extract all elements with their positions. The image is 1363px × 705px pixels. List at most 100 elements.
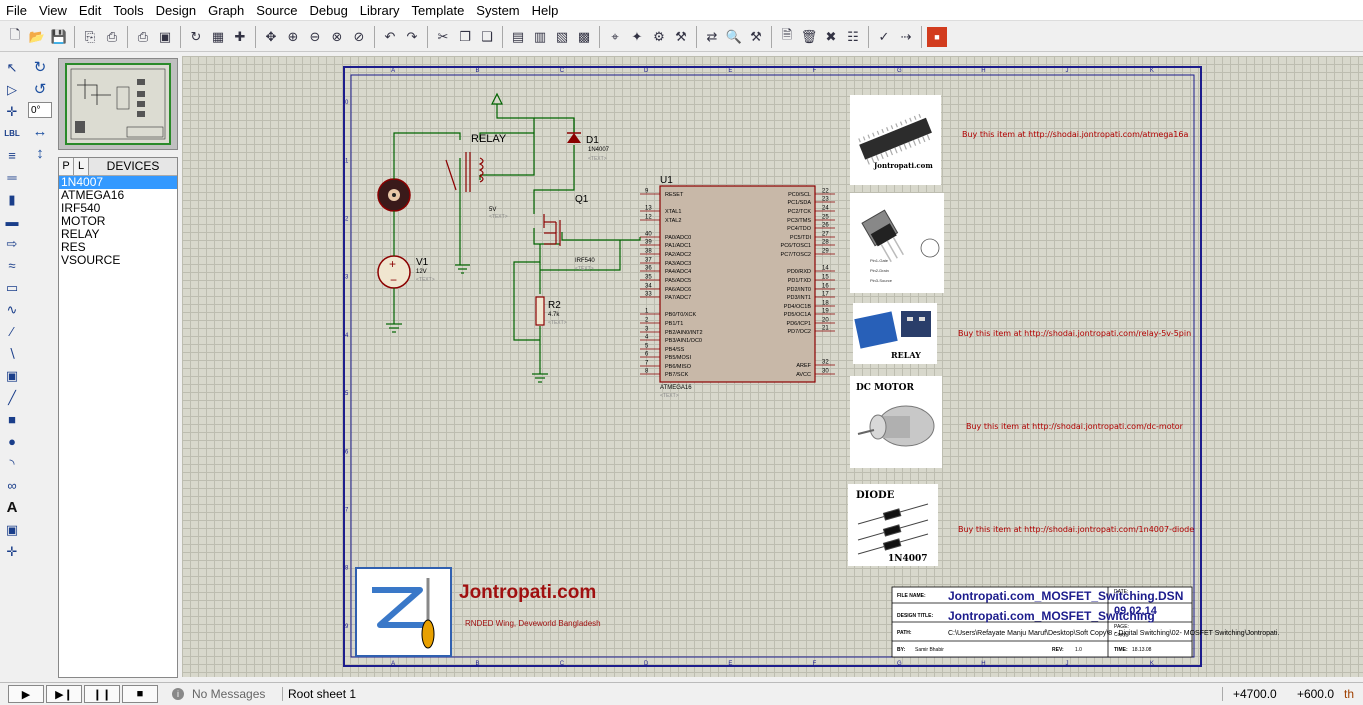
overview-viewport[interactable] <box>65 63 171 145</box>
refresh-icon[interactable]: ↻ <box>186 27 206 47</box>
tape-recorder-icon[interactable]: ▭ <box>2 277 22 298</box>
device-item-vsource[interactable]: VSOURCE <box>59 254 177 267</box>
zoom-all-icon[interactable]: ⊗ <box>327 27 347 47</box>
decompose-icon[interactable]: ⚒ <box>671 27 691 47</box>
device-pins-icon[interactable]: ⇨ <box>2 233 22 254</box>
menu-system[interactable]: System <box>470 0 525 21</box>
print-area-icon[interactable]: ▣ <box>155 27 175 47</box>
component-mode-icon[interactable]: ▷ <box>2 79 22 100</box>
stop-button[interactable]: ■ <box>122 685 158 703</box>
block-rotate-icon[interactable]: ▧ <box>552 27 572 47</box>
menu-tools[interactable]: Tools <box>107 0 149 21</box>
chip-leg <box>904 119 908 124</box>
menu-help[interactable]: Help <box>526 0 565 21</box>
symbol-2d-icon[interactable]: ▣ <box>2 519 22 540</box>
toolbar-separator <box>374 25 375 48</box>
chip-leg <box>903 143 907 150</box>
voltage-probe-icon[interactable]: ∕ <box>2 321 22 342</box>
block-move-icon[interactable]: ▥ <box>530 27 550 47</box>
menu-view[interactable]: View <box>33 0 73 21</box>
save-icon[interactable]: 💾 <box>49 27 69 47</box>
menu-template[interactable]: Template <box>406 0 471 21</box>
line-2d-icon[interactable]: ╱ <box>2 387 22 408</box>
search-tag-icon[interactable]: 🔍 <box>724 27 744 47</box>
arc-2d-icon[interactable]: ◝ <box>2 453 22 474</box>
toolbar-separator <box>921 25 922 48</box>
electrical-rules-check-icon[interactable]: ✓ <box>874 27 894 47</box>
menu-edit[interactable]: Edit <box>73 0 107 21</box>
print-icon[interactable]: ⎙ <box>133 27 153 47</box>
generator-icon[interactable]: ∿ <box>2 299 22 320</box>
pause-button[interactable]: ❙❙ <box>84 685 120 703</box>
marker-icon[interactable]: ✛ <box>2 541 22 562</box>
virtual-instruments-icon[interactable]: ▣ <box>2 365 22 386</box>
buy-link-atmega16[interactable]: Buy this item at http://shodai.jontropat… <box>962 130 1188 139</box>
zoom-out-icon[interactable]: ⊖ <box>305 27 325 47</box>
grid-toggle-icon[interactable]: ▦ <box>208 27 228 47</box>
redo-icon[interactable]: ↷ <box>402 27 422 47</box>
wire-label-icon[interactable]: LBL <box>2 123 22 144</box>
pan-icon[interactable]: ✥ <box>261 27 281 47</box>
package-tool-icon[interactable]: ⚙ <box>649 27 669 47</box>
graph-icon[interactable]: ≈ <box>2 255 22 276</box>
text-script-icon[interactable]: ≡ <box>2 145 22 166</box>
ares-icon[interactable]: ■ <box>927 26 947 47</box>
block-copy-icon[interactable]: ▤ <box>508 27 528 47</box>
paste-icon[interactable]: ❑ <box>477 27 497 47</box>
rotation-angle-input[interactable] <box>28 102 52 118</box>
mirror-y-icon[interactable]: ↕ <box>29 142 51 164</box>
circle-2d-icon[interactable]: ● <box>2 431 22 452</box>
mirror-x-icon[interactable]: ↔ <box>29 120 51 142</box>
pick-device-icon[interactable]: ⌖ <box>605 27 625 47</box>
import-icon[interactable]: ⎘ <box>80 27 100 47</box>
buy-link-relay[interactable]: Buy this item at http://shodai.jontropat… <box>958 329 1191 338</box>
rotate-anticlockwise-icon[interactable]: ↺ <box>29 78 51 100</box>
buy-link-diode[interactable]: Buy this item at http://shodai.jontropat… <box>958 525 1194 534</box>
menu-library[interactable]: Library <box>354 0 406 21</box>
menu-design[interactable]: Design <box>150 0 202 21</box>
rotate-clockwise-icon[interactable]: ↻ <box>29 56 51 78</box>
pick-devices-button[interactable]: P <box>59 158 74 175</box>
origin-icon[interactable]: ✚ <box>230 27 250 47</box>
zoom-area-icon[interactable]: ⊘ <box>349 27 369 47</box>
status-messages[interactable]: No Messages <box>192 687 270 701</box>
netlist-icon[interactable]: ⇢ <box>896 27 916 47</box>
closed-path-icon[interactable]: ∞ <box>2 475 22 496</box>
block-delete-icon[interactable]: ▩ <box>574 27 594 47</box>
irf540-photo: Pin1-Gate Pin2-Drain Pin3-Source <box>850 193 944 293</box>
bus-icon[interactable]: ═ <box>2 167 22 188</box>
selection-mode-icon[interactable]: ↖ <box>2 57 22 78</box>
buy-link-motor[interactable]: Buy this item at http://shodai.jontropat… <box>966 422 1183 431</box>
zoom-in-icon[interactable]: ⊕ <box>283 27 303 47</box>
new-file-icon[interactable]: 🗋 <box>5 27 25 47</box>
make-device-icon[interactable]: ✦ <box>627 27 647 47</box>
terminals-icon[interactable]: ▬ <box>2 211 22 232</box>
menu-debug[interactable]: Debug <box>303 0 353 21</box>
subcircuit-icon[interactable]: ▮ <box>2 189 22 210</box>
exit-parent-icon[interactable]: ✖ <box>821 27 841 47</box>
schematic-canvas[interactable] <box>182 56 1363 677</box>
cut-icon[interactable]: ✂ <box>433 27 453 47</box>
toolbar-separator <box>180 25 181 48</box>
remove-sheet-icon[interactable]: 🗑 <box>799 27 819 47</box>
chip-leg <box>881 128 885 134</box>
wire-autorouter-icon[interactable]: ⇄ <box>702 27 722 47</box>
overview-window[interactable] <box>58 58 178 150</box>
menu-graph[interactable]: Graph <box>202 0 250 21</box>
copy-icon[interactable]: ❐ <box>455 27 475 47</box>
export-icon[interactable]: ⎙ <box>102 27 122 47</box>
box-2d-icon[interactable]: ■ <box>2 409 22 430</box>
step-button[interactable]: ▶❙ <box>46 685 82 703</box>
open-folder-icon[interactable]: 📂 <box>27 27 47 47</box>
current-probe-icon[interactable]: ∖ <box>2 343 22 364</box>
bill-of-materials-icon[interactable]: ☷ <box>843 27 863 47</box>
property-tool-icon[interactable]: ⚒ <box>746 27 766 47</box>
new-sheet-icon[interactable]: 🗎 <box>777 27 797 47</box>
junction-dot-icon[interactable]: ✛ <box>2 101 22 122</box>
undo-icon[interactable]: ↶ <box>380 27 400 47</box>
play-button[interactable]: ▶ <box>8 685 44 703</box>
menu-file[interactable]: File <box>0 0 33 21</box>
menu-source[interactable]: Source <box>250 0 303 21</box>
text-2d-icon[interactable]: A <box>2 497 22 518</box>
library-manager-button[interactable]: L <box>74 158 89 175</box>
